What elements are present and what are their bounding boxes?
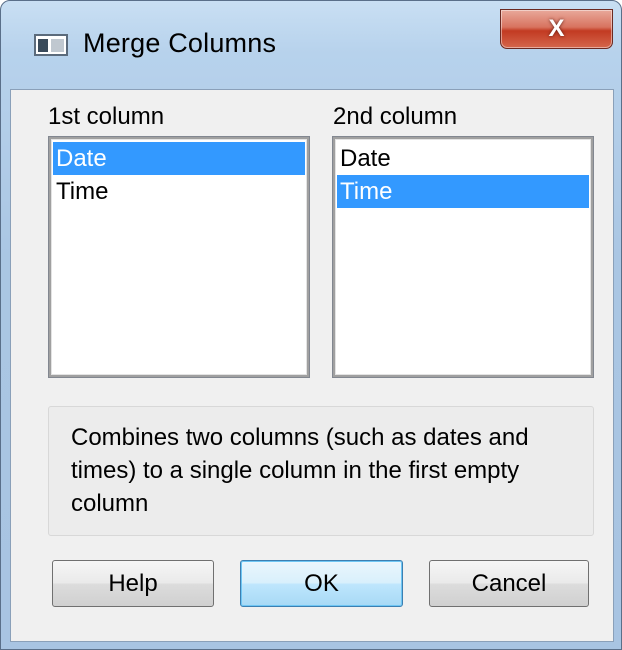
first-column-label: 1st column [48, 103, 165, 130]
window-title: Merge Columns [83, 28, 277, 58]
description-text: Combines two columns (such as dates and … [71, 424, 529, 517]
close-button[interactable]: X [500, 9, 613, 49]
second-column-listbox[interactable]: Date Time [332, 136, 594, 378]
second-column-item-date[interactable]: Date [337, 142, 589, 175]
first-column-listbox[interactable]: Date Time [48, 136, 310, 378]
title-bar[interactable]: Merge Columns X [1, 1, 621, 89]
cancel-button[interactable]: Cancel [429, 560, 589, 607]
app-icon [34, 34, 68, 56]
first-column-item-time[interactable]: Time [53, 175, 305, 208]
close-icon: X [548, 15, 565, 42]
first-column-item-date[interactable]: Date [53, 142, 305, 175]
dialog-body: 1st column Date Time 2nd column Date Tim… [10, 89, 614, 642]
merge-columns-dialog: Merge Columns X 1st column Date Time 2nd… [0, 0, 622, 650]
second-column-item-time[interactable]: Time [337, 175, 589, 208]
help-button[interactable]: Help [52, 560, 214, 607]
second-column-label: 2nd column [333, 103, 458, 130]
ok-button[interactable]: OK [240, 560, 403, 607]
description-box: Combines two columns (such as dates and … [48, 406, 594, 536]
